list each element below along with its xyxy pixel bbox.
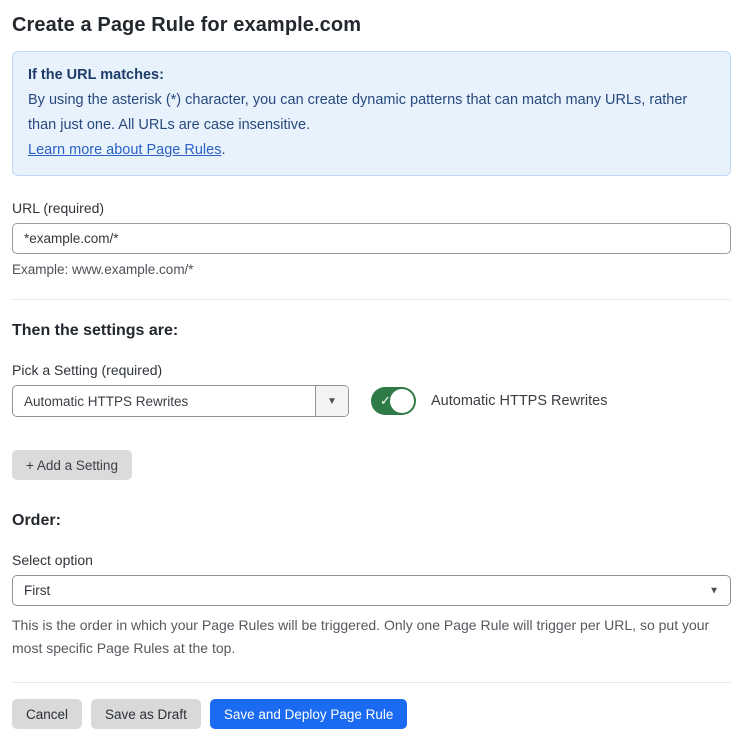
setting-row: Automatic HTTPS Rewrites ▼ ✓ Automatic H… [12, 385, 731, 417]
order-section-heading: Order: [12, 512, 61, 529]
setting-toggle-wrap: ✓ Automatic HTTPS Rewrites [371, 387, 607, 415]
info-box-link-line: Learn more about Page Rules. [28, 138, 715, 163]
info-box-body: By using the asterisk (*) character, you… [28, 88, 715, 138]
chevron-down-icon: ▼ [327, 395, 337, 407]
setting-select-dropdown-button[interactable]: ▼ [315, 386, 348, 416]
divider-after-url [12, 299, 731, 300]
divider-before-footer [12, 682, 731, 683]
automatic-https-rewrites-toggle[interactable]: ✓ [371, 387, 416, 415]
order-select[interactable]: First ▼ [12, 575, 731, 606]
order-select-value: First [12, 575, 731, 606]
url-field-helper: Example: www.example.com/* [12, 262, 194, 277]
save-as-draft-button[interactable]: Save as Draft [91, 699, 201, 729]
url-input[interactable] [12, 223, 731, 254]
create-page-rule-form: Create a Page Rule for example.com If th… [0, 0, 743, 729]
footer-actions: Cancel Save as Draft Save and Deploy Pag… [12, 699, 731, 729]
learn-more-link[interactable]: Learn more about Page Rules [28, 142, 221, 158]
page-title: Create a Page Rule for example.com [12, 14, 362, 36]
cancel-button[interactable]: Cancel [12, 699, 83, 729]
info-box-body-text: By using the asterisk (*) character, you… [28, 92, 688, 133]
url-matches-info-box: If the URL matches: By using the asteris… [12, 51, 731, 176]
pick-setting-label: Pick a Setting (required) [12, 362, 163, 378]
url-field-block: URL (required) Example: www.example.com/… [12, 200, 731, 277]
toggle-knob [390, 389, 414, 413]
info-box-heading: If the URL matches: [28, 67, 164, 83]
order-helper-text: This is the order in which your Page Rul… [12, 617, 710, 656]
setting-select-value: Automatic HTTPS Rewrites [24, 393, 189, 409]
toggle-label: Automatic HTTPS Rewrites [431, 393, 608, 409]
setting-select[interactable]: Automatic HTTPS Rewrites ▼ [12, 385, 349, 417]
settings-section-heading: Then the settings are: [12, 322, 179, 339]
save-and-deploy-button[interactable]: Save and Deploy Page Rule [209, 699, 408, 729]
add-setting-button[interactable]: + Add a Setting [12, 450, 132, 480]
chevron-down-icon: ▼ [709, 585, 719, 596]
url-field-label: URL (required) [12, 200, 105, 216]
order-select-label: Select option [12, 552, 93, 568]
link-suffix: . [221, 142, 226, 158]
